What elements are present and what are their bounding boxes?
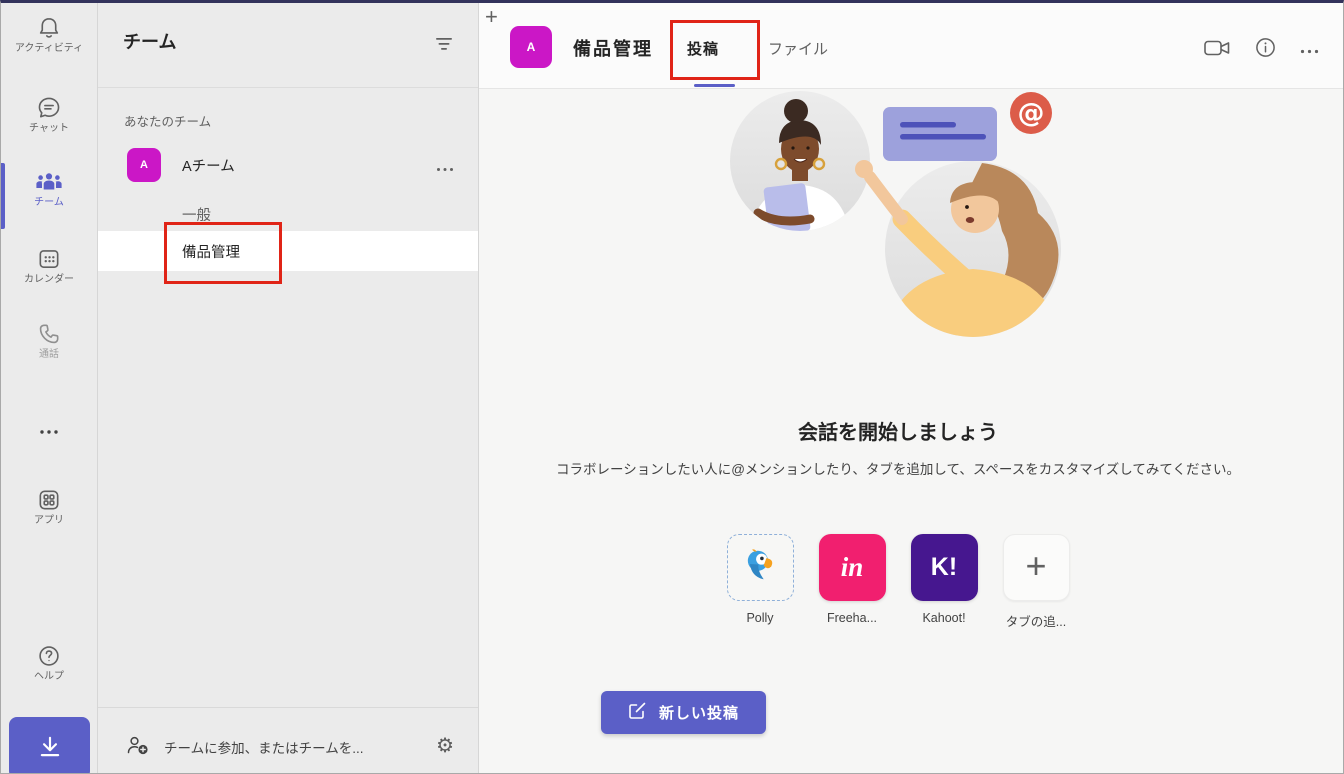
rail-item-apps[interactable]: アプリ: [1, 487, 97, 526]
rail-item-label: アプリ: [34, 516, 64, 526]
selected-tab-underline: [694, 84, 735, 87]
rail-item-help[interactable]: ヘルプ: [1, 643, 97, 682]
rail-item-label: チャット: [29, 124, 69, 134]
phone-icon: [36, 321, 62, 347]
team-name: Aチーム: [182, 155, 235, 176]
app-tile-polly[interactable]: Polly: [727, 534, 794, 630]
polly-parrot-icon: [742, 547, 778, 588]
ellipsis-icon: [38, 429, 60, 435]
new-post-button-label: 新しい投稿: [659, 702, 739, 723]
teams-list-panel: チーム あなたのチーム A Aチーム 一般 備品管理 チームに参加、またはチーム…: [98, 3, 479, 773]
app-tile-label: タブの追...: [1006, 611, 1066, 630]
meet-now-button[interactable]: [1204, 39, 1231, 60]
freehand-in-logo: in: [841, 552, 864, 583]
plus-icon: +: [1025, 548, 1046, 584]
join-or-create-team-label: チームに参加、またはチームを...: [164, 737, 363, 757]
rail-item-chat[interactable]: チャット: [1, 95, 97, 134]
teams-people-icon: [35, 169, 63, 195]
rail-item-label: 通話: [39, 350, 59, 360]
rail-item-label: カレンダー: [24, 275, 74, 285]
channel-main-area: A 備品管理 投稿 ファイル +: [479, 3, 1343, 773]
join-or-create-team[interactable]: チームに参加、またはチームを... ⚙: [98, 727, 478, 767]
app-tile-freehand[interactable]: in Freeha...: [819, 534, 886, 630]
rail-item-calendar[interactable]: カレンダー: [1, 246, 97, 285]
rail-item-teams[interactable]: チーム: [1, 169, 97, 208]
app-tile-label: Kahoot!: [922, 611, 965, 625]
apps-grid-icon: [36, 487, 62, 513]
download-app-button[interactable]: [9, 717, 90, 774]
video-camera-icon: [1204, 39, 1231, 60]
rail-item-calls[interactable]: 通話: [1, 321, 97, 360]
calendar-icon: [36, 246, 62, 272]
app-tile-kahoot[interactable]: K! Kahoot!: [911, 534, 978, 630]
rail-item-label: チーム: [34, 198, 64, 208]
your-teams-section-label: あなたのチーム: [124, 111, 211, 130]
rail-item-more[interactable]: [1, 429, 97, 435]
add-tab-button[interactable]: +: [479, 3, 504, 31]
filter-icon: [434, 39, 454, 54]
team-avatar: A: [127, 148, 161, 182]
panel-footer-divider: [98, 707, 478, 708]
download-icon: [37, 734, 63, 763]
app-tile-label: Polly: [746, 611, 773, 625]
welcome-illustration: @: [730, 91, 1066, 344]
teams-app-window: アクティビティ チャット チーム カレンダー 通話 アプリ ヘ: [0, 0, 1344, 774]
bell-icon: [36, 15, 62, 41]
channel-item-general[interactable]: 一般: [98, 197, 478, 231]
ellipsis-icon: [436, 160, 454, 175]
rail-item-activity[interactable]: アクティビティ: [1, 15, 97, 54]
ellipsis-icon: [1300, 42, 1319, 57]
person-add-icon: [126, 735, 150, 760]
panel-title: チーム: [123, 28, 176, 54]
rail-item-label: ヘルプ: [34, 672, 64, 682]
help-icon: [36, 643, 62, 669]
channel-more-button[interactable]: [1300, 42, 1319, 57]
kahoot-logo: K!: [931, 553, 957, 582]
suggested-apps-row: Polly in Freeha... K! Kahoot! +: [466, 534, 1330, 630]
channel-name: 一般: [182, 204, 211, 225]
empty-state-heading: 会話を開始しましょう: [479, 416, 1317, 445]
team-row-a-team[interactable]: A Aチーム: [98, 144, 478, 188]
mention-badge-at: @: [1018, 98, 1045, 129]
empty-state-subtitle: コラボレーションしたい人に@メンションしたり、タブを追加して、スペースをカスタマ…: [479, 458, 1317, 478]
channel-header: A 備品管理 投稿 ファイル +: [479, 3, 1343, 89]
channel-name: 備品管理: [182, 241, 240, 262]
rail-item-label: アクティビティ: [15, 44, 83, 54]
info-icon: [1255, 37, 1276, 61]
filter-button[interactable]: [432, 35, 456, 56]
channel-info-button[interactable]: [1255, 37, 1276, 61]
compose-icon: [628, 701, 647, 724]
active-rail-indicator: [1, 163, 5, 229]
channel-item-bihin-kanri[interactable]: 備品管理: [98, 231, 478, 271]
team-more-button[interactable]: [436, 160, 454, 175]
posts-empty-state: @ 会話を開始しましょう コラボレーションしたい人に@メンションしたり、タブを追…: [479, 90, 1343, 773]
gear-icon: ⚙: [436, 733, 454, 757]
channel-title: 備品管理: [573, 35, 653, 61]
tab-files[interactable]: ファイル: [768, 38, 828, 59]
add-tab-tile[interactable]: + タブの追...: [1003, 534, 1070, 630]
manage-teams-gear-button[interactable]: ⚙: [430, 732, 460, 758]
chat-icon: [36, 95, 62, 121]
channel-header-avatar: A: [510, 26, 552, 68]
new-post-button[interactable]: 新しい投稿: [601, 691, 766, 734]
app-rail: アクティビティ チャット チーム カレンダー 通話 アプリ ヘ: [1, 3, 98, 773]
panel-divider: [98, 87, 478, 88]
tab-posts[interactable]: 投稿: [687, 38, 719, 59]
app-tile-label: Freeha...: [827, 611, 877, 625]
